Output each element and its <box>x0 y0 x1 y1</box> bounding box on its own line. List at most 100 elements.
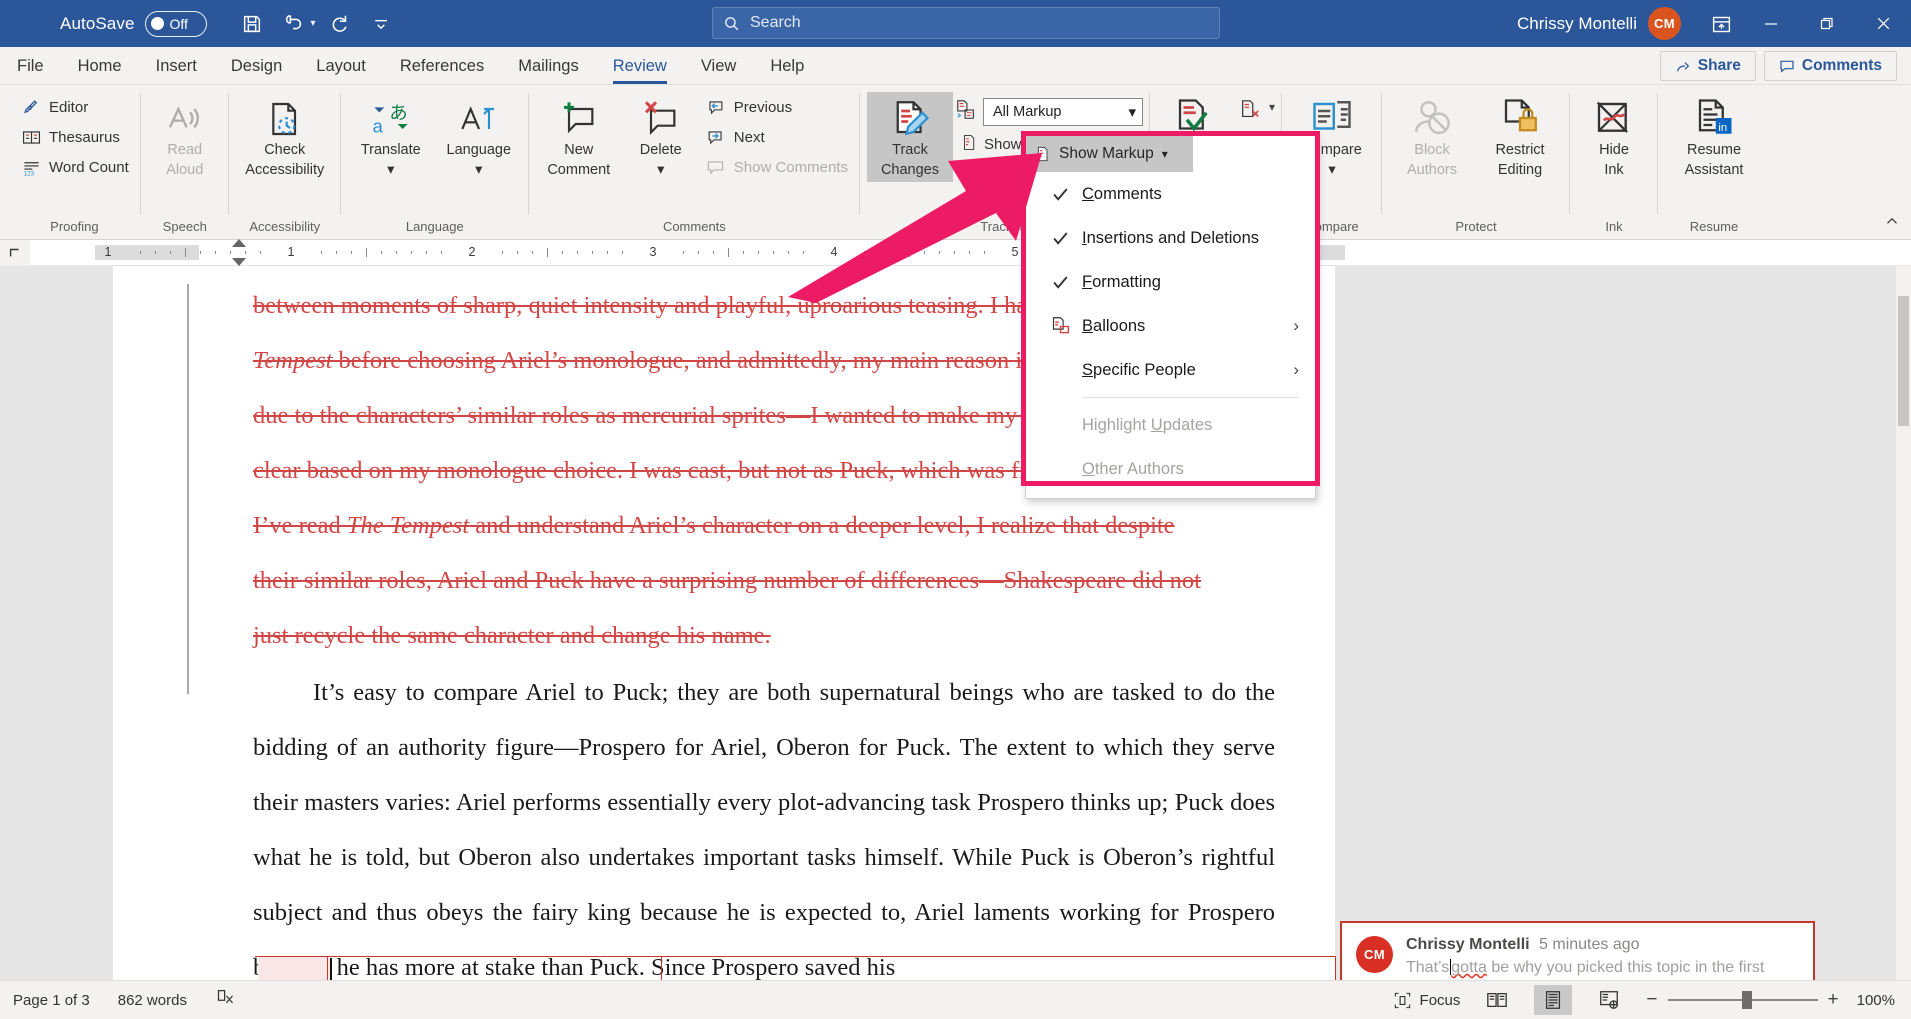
zoom-thumb[interactable] <box>1742 991 1752 1009</box>
scrollbar-thumb[interactable] <box>1898 296 1909 426</box>
word-window: AutoSave Off ▾ <box>0 0 1911 1019</box>
show-comments-button[interactable]: Show Comments <box>700 154 853 181</box>
resume-assistant-button[interactable]: in Resume Assistant <box>1665 92 1763 182</box>
tab-review[interactable]: Review <box>596 48 684 84</box>
menu-item-formatting[interactable]: Formatting <box>1026 260 1315 304</box>
proofing-errors-icon[interactable] <box>215 988 236 1013</box>
account-info[interactable]: Chrissy Montelli CM <box>1517 0 1681 47</box>
chevron-down-icon[interactable]: ▾ <box>1128 103 1136 121</box>
tab-mailings[interactable]: Mailings <box>501 48 596 84</box>
menu-item-comments[interactable]: Comments <box>1026 172 1315 216</box>
first-line-indent-marker[interactable] <box>232 239 246 247</box>
comment-card[interactable]: CM Chrissy Montelli 5 minutes ago That’s… <box>1340 921 1815 980</box>
autosave-toggle[interactable]: Off <box>145 11 207 37</box>
save-icon[interactable] <box>233 6 271 42</box>
ribbon-display-options-icon[interactable] <box>1701 8 1741 40</box>
close-button[interactable] <box>1855 0 1911 47</box>
read-mode-icon[interactable] <box>1478 985 1516 1015</box>
zoom-track[interactable] <box>1668 999 1818 1001</box>
language-caret-icon[interactable]: ▾ <box>475 162 482 179</box>
zoom-slider[interactable]: − + <box>1646 989 1838 1011</box>
translate-caret-icon[interactable]: ▾ <box>387 162 394 179</box>
undo-dropdown-icon[interactable]: ▾ <box>311 18 316 29</box>
focus-label: Focus <box>1420 992 1461 1009</box>
focus-button[interactable]: Focus <box>1393 991 1461 1010</box>
vertical-scrollbar[interactable] <box>1896 266 1911 980</box>
search-input[interactable]: Search <box>712 7 1220 39</box>
menu-item-insertions-and-deletions[interactable]: Insertions and Deletions <box>1026 216 1315 260</box>
word-count-button[interactable]: 123 Word Count <box>15 154 134 181</box>
track-changes-button[interactable]: Track Changes <box>867 92 953 182</box>
reject-caret-icon[interactable]: ▾ <box>1269 100 1275 114</box>
restrict-editing-button[interactable]: Restrict Editing <box>1477 92 1563 182</box>
title-bar: AutoSave Off ▾ <box>0 0 1911 47</box>
undo-icon[interactable] <box>275 6 313 42</box>
group-label-comments: Comments <box>536 218 853 240</box>
read-aloud-button[interactable]: Read Aloud <box>148 92 222 182</box>
restore-button[interactable] <box>1799 0 1855 47</box>
comment-text[interactable]: That’sgotta be why you picked this topic… <box>1406 956 1799 980</box>
page-indicator[interactable]: Page 1 of 3 <box>13 992 90 1009</box>
compare-caret-icon[interactable]: ▾ <box>1328 162 1335 179</box>
avatar[interactable]: CM <box>1648 7 1681 40</box>
language-button[interactable]: Language ▾ <box>436 92 522 182</box>
show-markup-menu-header[interactable]: Show Markup ▾ <box>1026 136 1193 172</box>
autosave-control[interactable]: AutoSave Off <box>60 11 207 37</box>
menu-item-balloons[interactable]: Balloons › <box>1026 304 1315 348</box>
tab-help[interactable]: Help <box>753 48 821 84</box>
customize-qat-icon[interactable] <box>362 6 400 42</box>
zoom-out-button[interactable]: − <box>1646 989 1657 1011</box>
comments-button[interactable]: Comments <box>1764 51 1897 81</box>
zoom-level[interactable]: 100% <box>1857 992 1895 1009</box>
previous-comment-button[interactable]: Previous <box>700 94 853 121</box>
show-comments-label: Show Comments <box>734 159 848 176</box>
hanging-indent-marker[interactable] <box>232 258 246 266</box>
comment-body: CM Chrissy Montelli 5 minutes ago That’s… <box>1342 923 1813 980</box>
display-for-review-combo[interactable]: All Markup ▾ <box>983 98 1143 126</box>
group-label-accessibility: Accessibility <box>236 218 334 240</box>
document-canvas[interactable]: between moments of sharp, quiet intensit… <box>0 266 1911 980</box>
new-comment-label-1: New <box>564 142 593 159</box>
body-paragraph[interactable]: It’s easy to compare Ariel to Puck; they… <box>253 665 1275 980</box>
zoom-in-button[interactable]: + <box>1828 989 1839 1011</box>
tab-insert[interactable]: Insert <box>139 48 214 84</box>
tab-references[interactable]: References <box>383 48 501 84</box>
translate-button[interactable]: a あ Translate ▾ <box>348 92 434 182</box>
menu-item-specific-people[interactable]: Specific People › <box>1026 348 1315 392</box>
tab-layout[interactable]: Layout <box>299 48 383 84</box>
ribbon-group-comments: New Comment Delete ▾ <box>529 85 860 240</box>
language-label: Language <box>447 142 512 159</box>
tab-design[interactable]: Design <box>214 48 299 84</box>
italic-title: Tempest <box>253 347 332 374</box>
tab-selector-button[interactable] <box>0 240 30 266</box>
ruler-number-3: 3 <box>650 245 657 259</box>
delete-caret-icon[interactable]: ▾ <box>657 162 664 179</box>
tab-home[interactable]: Home <box>61 48 139 84</box>
thesaurus-button[interactable]: Thesaurus <box>15 124 134 151</box>
print-layout-icon[interactable] <box>1534 985 1572 1015</box>
comment-avatar[interactable]: CM <box>1356 936 1393 973</box>
show-markup-dropdown[interactable]: Show Markup ▾ Comments Insertions and De… <box>1025 135 1316 499</box>
tab-view[interactable]: View <box>684 48 753 84</box>
redo-icon[interactable] <box>320 6 358 42</box>
delete-comment-button[interactable]: Delete ▾ <box>624 92 698 182</box>
collapse-ribbon-button[interactable] <box>1883 212 1901 235</box>
next-comment-button[interactable]: Next <box>700 124 853 151</box>
check-accessibility-label-1: Check <box>264 142 305 159</box>
compare-icon <box>1311 95 1353 139</box>
hide-ink-button[interactable]: Hide Ink <box>1577 92 1651 182</box>
word-count-indicator[interactable]: 862 words <box>118 992 187 1009</box>
text-cursor <box>330 958 332 980</box>
block-authors-button[interactable]: Block Authors <box>1389 92 1475 182</box>
web-layout-icon[interactable] <box>1590 985 1628 1015</box>
restrict-editing-label-1: Restrict <box>1495 142 1544 159</box>
tab-file[interactable]: File <box>0 48 61 84</box>
deleted-line: their similar roles, Ariel and Puck have… <box>253 553 1275 608</box>
language-icon <box>459 95 499 139</box>
check-accessibility-button[interactable]: Check Accessibility <box>236 92 334 182</box>
minimize-button[interactable] <box>1743 0 1799 47</box>
new-comment-button[interactable]: New Comment <box>536 92 622 182</box>
share-button[interactable]: Share <box>1660 51 1756 81</box>
editor-button[interactable]: Editor <box>15 94 134 121</box>
reject-button[interactable] <box>1233 95 1267 125</box>
